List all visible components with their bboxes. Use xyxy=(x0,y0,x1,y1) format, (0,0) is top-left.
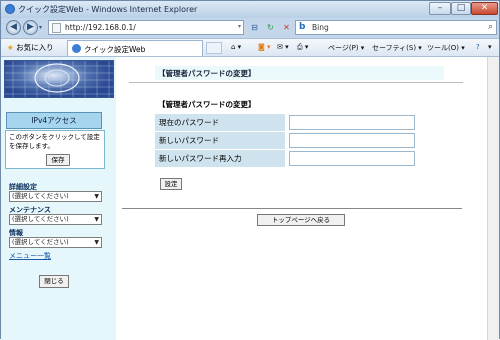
chevron-down-icon: ▼ xyxy=(94,193,99,200)
select-value: (選択してください) xyxy=(12,192,69,200)
info-select[interactable]: (選択してください) ▼ xyxy=(9,237,102,248)
title-bar: クイック設定Web - Windows Internet Explorer – … xyxy=(1,1,499,18)
search-input[interactable]: b Bing ⌕ xyxy=(295,20,497,35)
browser-window: クイック設定Web - Windows Internet Explorer – … xyxy=(0,0,500,340)
url-text: http://192.168.0.1/ xyxy=(65,23,136,32)
field-label-confirm-password: 新しいパスワード再入力 xyxy=(155,150,285,167)
feeds-icon[interactable]: ◙ ▾ xyxy=(258,43,271,51)
search-icon[interactable]: ⌕ xyxy=(488,22,493,32)
recent-pages-dropdown[interactable]: ▾ xyxy=(39,24,42,31)
divider xyxy=(129,82,463,83)
back-to-top-button[interactable]: トップページへ戻る xyxy=(257,214,345,226)
chevron-down-icon: ▼ xyxy=(94,216,99,223)
page-menu[interactable]: ページ(P) ▾ xyxy=(328,43,364,53)
form-row: 現在のパスワード xyxy=(155,114,415,132)
close-button[interactable]: 閉じる xyxy=(39,275,69,288)
divider xyxy=(122,208,462,209)
new-password-field[interactable] xyxy=(289,133,415,148)
favorites-button[interactable]: ★ お気に入り xyxy=(7,42,54,53)
ipv4-access-tab[interactable]: IPv4アクセス xyxy=(6,112,102,129)
form-row: 新しいパスワード xyxy=(155,132,415,150)
safety-menu[interactable]: セーフティ(S) ▾ xyxy=(372,43,422,53)
chevron-down-icon[interactable]: ▾ xyxy=(488,43,492,51)
address-row: ◀ ▶ ▾ http://192.168.0.1/ ▾ ⊟ ↻ ✕ b Bing… xyxy=(1,18,499,38)
confirm-password-field[interactable] xyxy=(289,151,415,166)
maintenance-select[interactable]: (選択してください) ▼ xyxy=(9,214,102,225)
sidebar: IPv4アクセス このボタンをクリックして設定を保存します。 保存 詳細設定 (… xyxy=(1,57,116,340)
field-label-new-password: 新しいパスワード xyxy=(155,132,285,149)
browser-tab[interactable]: クイック設定Web xyxy=(67,40,203,56)
save-message: このボタンをクリックして設定を保存します。 xyxy=(9,133,100,150)
print-icon[interactable]: ⎙ ▾ xyxy=(297,43,308,52)
window-title: クイック設定Web - Windows Internet Explorer xyxy=(18,5,198,14)
menu-list-link[interactable]: メニュー一覧 xyxy=(9,251,51,261)
page-title: 【管理者パスワードの変更】 xyxy=(158,69,256,78)
favorites-label: お気に入り xyxy=(16,43,54,52)
field-label-current-password: 現在のパスワード xyxy=(155,114,285,131)
help-icon[interactable]: ? xyxy=(476,43,480,51)
refresh-icon[interactable]: ↻ xyxy=(264,21,277,34)
save-button[interactable]: 保存 xyxy=(46,154,70,166)
chevron-down-icon: ▼ xyxy=(94,239,99,246)
chevron-down-icon[interactable]: ▾ xyxy=(238,23,241,30)
home-icon[interactable]: ⌂ ▾ xyxy=(231,43,241,51)
select-value: (選択してください) xyxy=(12,238,69,246)
maximize-button[interactable]: □ xyxy=(451,2,471,15)
form-title: 【管理者パスワードの変更】 xyxy=(158,100,256,109)
page-icon xyxy=(52,23,61,33)
minimize-button[interactable]: – xyxy=(429,2,451,15)
mail-icon[interactable]: ✉ ▾ xyxy=(277,43,289,51)
command-bar: ★ お気に入り クイック設定Web ⌂ ▾ ◙ ▾ ✉ ▾ ⎙ ▾ ページ(P)… xyxy=(1,38,499,57)
current-password-field[interactable] xyxy=(289,115,415,130)
new-tab-button[interactable] xyxy=(206,42,222,54)
address-input[interactable]: http://192.168.0.1/ ▾ xyxy=(48,20,244,35)
select-value: (選択してください) xyxy=(12,215,69,223)
set-button[interactable]: 設定 xyxy=(160,178,182,190)
tab-title: クイック設定Web xyxy=(84,45,146,54)
close-window-button[interactable]: ✕ xyxy=(471,2,498,15)
page-header: 【管理者パスワードの変更】 xyxy=(155,66,444,80)
advanced-settings-select[interactable]: (選択してください) ▼ xyxy=(9,191,102,202)
forward-arrow-icon[interactable]: ▶ xyxy=(23,20,38,35)
ie-icon xyxy=(5,4,15,14)
tools-menu[interactable]: ツール(O) ▾ xyxy=(427,43,465,53)
page-content: IPv4アクセス このボタンをクリックして設定を保存します。 保存 詳細設定 (… xyxy=(1,57,499,340)
brand-logo xyxy=(4,60,114,98)
search-provider: Bing xyxy=(312,23,329,32)
form-row: 新しいパスワード再入力 xyxy=(155,150,415,168)
back-arrow-icon[interactable]: ◀ xyxy=(6,20,21,35)
vertical-scrollbar[interactable] xyxy=(487,57,499,340)
compatibility-view-icon[interactable]: ⊟ xyxy=(248,21,261,34)
bing-icon: b xyxy=(299,22,306,32)
ie-icon xyxy=(72,44,81,53)
favorites-star-icon: ★ xyxy=(7,43,14,52)
stop-icon[interactable]: ✕ xyxy=(280,21,293,34)
save-panel: このボタンをクリックして設定を保存します。 保存 xyxy=(5,130,105,169)
